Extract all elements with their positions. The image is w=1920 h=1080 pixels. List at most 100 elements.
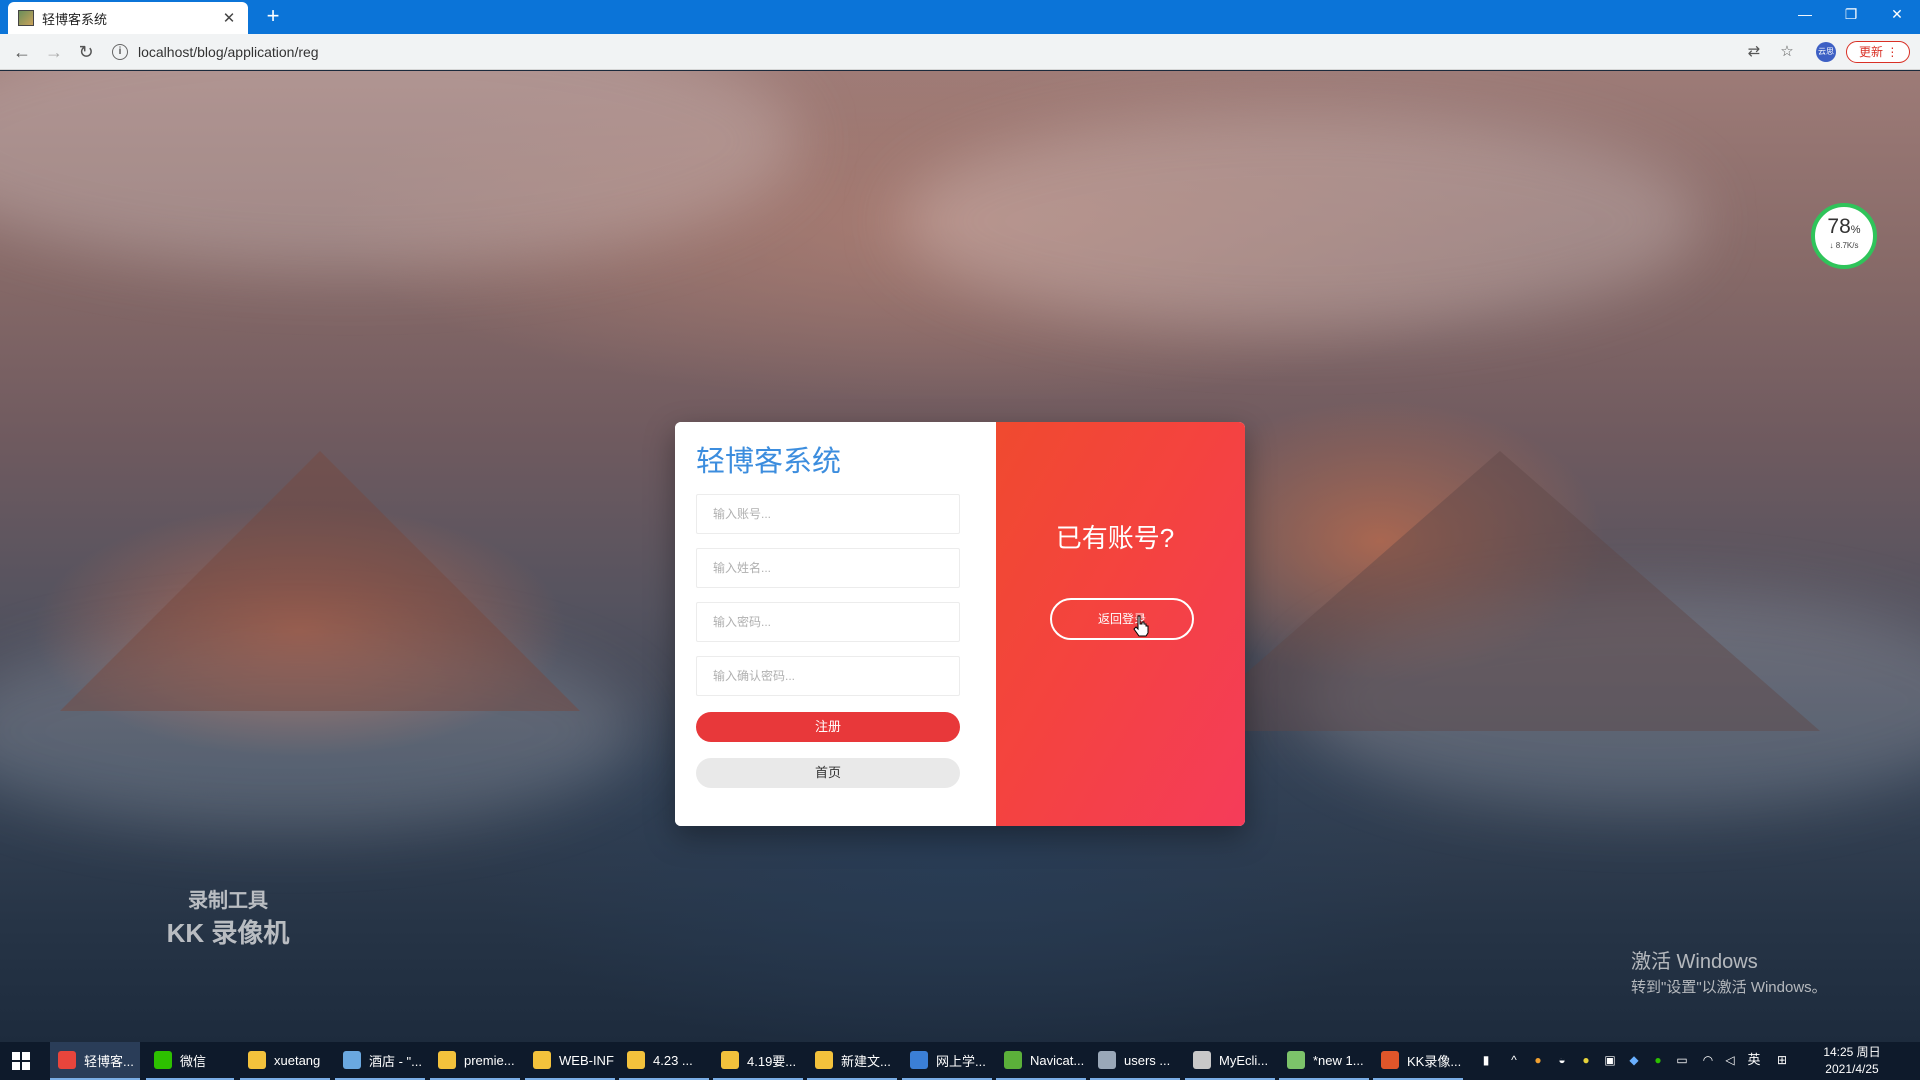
tab-title: 轻博客系统: [42, 11, 108, 27]
taskbar-app-icon: [627, 1051, 645, 1069]
translate-icon[interactable]: ⇄: [1743, 41, 1765, 63]
taskbar-item[interactable]: *new 1...: [1279, 1042, 1369, 1080]
taskbar-item-label: users ...: [1124, 1052, 1171, 1068]
activate-line2: 转到"设置"以激活 Windows。: [1631, 979, 1827, 996]
ime-indicator[interactable]: 英: [1746, 1052, 1762, 1068]
activate-windows-notice: 激活 Windows 转到"设置"以激活 Windows。: [1631, 945, 1827, 997]
recorder-line1: 录制工具: [188, 890, 268, 912]
taskbar-item[interactable]: users ...: [1090, 1042, 1180, 1080]
tray-app-icon[interactable]: ◆: [1626, 1052, 1642, 1068]
login-panel: 已有账号? 返回登录: [996, 422, 1245, 826]
taskbar-item-label: 轻博客...: [84, 1053, 134, 1069]
name-input[interactable]: [696, 548, 960, 588]
register-card: 轻博客系统 注册 首页 已有账号? 返回登录: [675, 422, 1245, 826]
taskbar-item-label: premie...: [464, 1052, 515, 1068]
tray-app-icon[interactable]: ▣: [1602, 1052, 1618, 1068]
taskbar-item[interactable]: WEB-INF: [525, 1042, 615, 1080]
taskbar-item[interactable]: 新建文...: [807, 1042, 897, 1080]
page-title: 轻博客系统: [696, 446, 842, 478]
update-button[interactable]: 更新 ⋮: [1846, 41, 1910, 63]
network-speed-widget[interactable]: 78% ↓ 8.7K/s: [1811, 203, 1877, 269]
tray-app-icon[interactable]: ●: [1530, 1052, 1546, 1068]
taskbar-item[interactable]: 4.19要...: [713, 1042, 803, 1080]
taskbar-item-label: KK录像...: [1407, 1053, 1462, 1069]
volume-icon[interactable]: ◁: [1722, 1052, 1738, 1068]
taskbar-item-label: 网上学...: [936, 1053, 986, 1069]
register-button[interactable]: 注册: [696, 712, 960, 742]
taskbar-app-icon: [910, 1051, 928, 1069]
tray-app-icon[interactable]: ◒: [1554, 1052, 1570, 1068]
taskbar-app-icon: [1193, 1051, 1211, 1069]
minimize-button[interactable]: —: [1782, 0, 1828, 30]
windows-start-icon[interactable]: [12, 1052, 30, 1070]
taskbar-item[interactable]: 网上学...: [902, 1042, 992, 1080]
taskbar-item[interactable]: Navicat...: [996, 1042, 1086, 1080]
battery-icon[interactable]: ▮: [1478, 1052, 1494, 1068]
close-window-button[interactable]: ✕: [1874, 0, 1920, 30]
browser-tab[interactable]: 轻博客系统 ✕: [8, 2, 248, 34]
taskbar-item-label: 新建文...: [841, 1053, 891, 1069]
recorder-line2: KK 录像机: [166, 918, 290, 948]
taskbar-item[interactable]: 4.23 ...: [619, 1042, 709, 1080]
hand-cursor-icon: [1133, 615, 1149, 637]
restore-button[interactable]: ❐: [1828, 0, 1874, 30]
account-input[interactable]: [696, 494, 960, 534]
taskbar-item[interactable]: xuetang: [240, 1042, 330, 1080]
taskbar-item[interactable]: 轻博客...: [50, 1042, 140, 1080]
system-clock[interactable]: 14:25 周日 2021/4/25: [1810, 1044, 1894, 1078]
cloud-decoration: [900, 111, 1700, 331]
taskbar-app-icon: [438, 1051, 456, 1069]
home-button[interactable]: 首页: [696, 758, 960, 788]
omnibox[interactable]: i localhost/blog/application/reg: [112, 39, 1752, 65]
cloud-decoration: [0, 71, 800, 271]
back-to-login-button[interactable]: 返回登录: [1050, 598, 1194, 640]
new-tab-button[interactable]: +: [260, 4, 286, 30]
taskbar: 轻博客... 微信 xuetang 酒店 - "... premie... WEB-INF…: [0, 1042, 1920, 1080]
reload-button[interactable]: ↻: [74, 40, 98, 64]
profile-avatar[interactable]: 云思: [1816, 42, 1836, 62]
recorder-watermark: 录制工具 KK 录像机: [163, 884, 293, 950]
password-input[interactable]: [696, 602, 960, 642]
taskbar-item-label: 4.19要...: [747, 1053, 797, 1069]
taskbar-item-label: 酒店 - "...: [369, 1053, 423, 1069]
forward-button[interactable]: →: [42, 40, 66, 64]
clock-time: 14:25 周日: [1823, 1045, 1881, 1059]
wechat-tray-icon[interactable]: ●: [1650, 1052, 1666, 1068]
taskbar-item-label: 4.23 ...: [653, 1052, 693, 1068]
taskbar-item-label: WEB-INF: [559, 1052, 614, 1068]
taskbar-item-label: *new 1...: [1313, 1052, 1364, 1068]
taskbar-item[interactable]: 微信: [146, 1042, 234, 1080]
taskbar-item[interactable]: MyEcli...: [1185, 1042, 1275, 1080]
tray-app-icon[interactable]: ●: [1578, 1052, 1594, 1068]
speed-rate: ↓ 8.7K/s: [1829, 241, 1859, 250]
activate-line1: 激活 Windows: [1631, 951, 1758, 973]
taskbar-item-label: xuetang: [274, 1052, 321, 1068]
taskbar-item[interactable]: premie...: [430, 1042, 520, 1080]
confirm-password-input[interactable]: [696, 656, 960, 696]
url-text: localhost/blog/application/reg: [138, 44, 319, 60]
ime-mode-icon[interactable]: ⊞: [1774, 1052, 1790, 1068]
favicon-icon: [18, 10, 34, 26]
taskbar-app-icon: [1098, 1051, 1116, 1069]
taskbar-item-label: Navicat...: [1030, 1052, 1085, 1068]
wifi-icon[interactable]: ◠: [1700, 1052, 1716, 1068]
taskbar-app-icon: [1381, 1051, 1399, 1069]
show-hidden-icons-icon[interactable]: ^: [1506, 1052, 1522, 1068]
login-question: 已有账号?: [1055, 523, 1175, 553]
clock-date: 2021/4/25: [1825, 1062, 1879, 1076]
taskbar-item[interactable]: KK录像...: [1373, 1042, 1463, 1080]
back-button[interactable]: ←: [10, 40, 34, 64]
taskbar-item-label: 微信: [180, 1053, 207, 1069]
taskbar-item-label: MyEcli...: [1219, 1052, 1269, 1068]
close-tab-icon[interactable]: ✕: [220, 9, 238, 27]
taskbar-item[interactable]: 酒店 - "...: [335, 1042, 425, 1080]
tray-app-icon[interactable]: ▭: [1674, 1052, 1690, 1068]
taskbar-app-icon: [248, 1051, 266, 1069]
speed-percent-unit: %: [1850, 224, 1861, 236]
site-info-icon[interactable]: i: [112, 44, 128, 60]
taskbar-app-icon: [154, 1051, 172, 1069]
taskbar-app-icon: [58, 1051, 76, 1069]
taskbar-app-icon: [1004, 1051, 1022, 1069]
bookmark-star-icon[interactable]: ☆: [1776, 41, 1798, 63]
update-label: 更新: [1859, 45, 1884, 59]
